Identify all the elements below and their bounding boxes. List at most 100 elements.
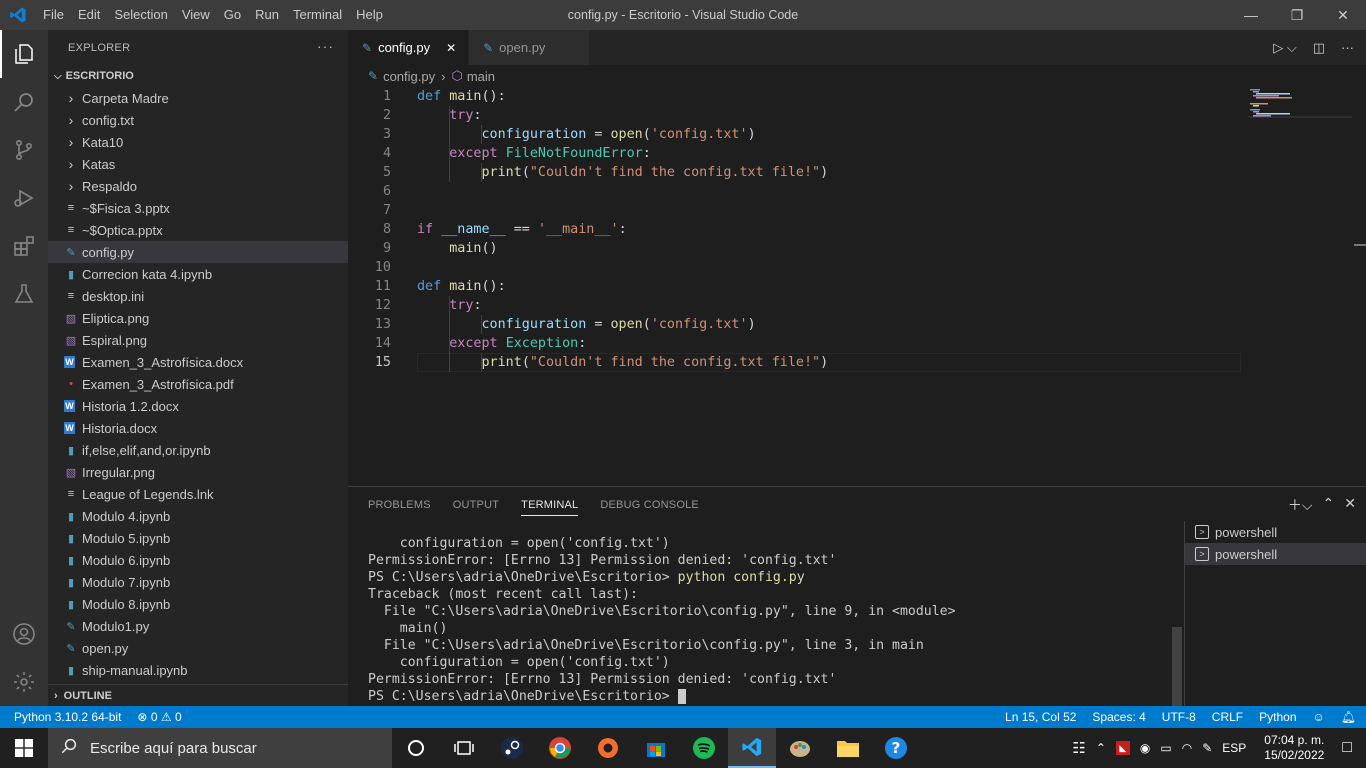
pen-icon[interactable]: ✎ xyxy=(1202,741,1212,755)
settings-gear-icon[interactable] xyxy=(0,658,48,706)
paint-icon[interactable] xyxy=(776,728,824,768)
file-tree-item[interactable]: ≡ ~$Fisica 3.pptx xyxy=(48,197,348,219)
menu-item-terminal[interactable]: Terminal xyxy=(286,0,349,30)
vscode-logo-icon[interactable] xyxy=(0,0,36,30)
terminal-scrollbar[interactable] xyxy=(1172,627,1182,707)
file-tree-item[interactable]: ▮ Modulo 8.ipynb xyxy=(48,593,348,615)
menu-item-file[interactable]: File xyxy=(36,0,71,30)
menu-item-view[interactable]: View xyxy=(175,0,217,30)
testing-flask-icon[interactable] xyxy=(0,270,48,318)
menu-item-selection[interactable]: Selection xyxy=(107,0,174,30)
more-actions-icon[interactable]: ··· xyxy=(317,38,334,54)
file-tree-item[interactable]: › Katas xyxy=(48,153,348,175)
file-tree-item[interactable]: ▮ Modulo 4.ipynb xyxy=(48,505,348,527)
microsoft-store-icon[interactable] xyxy=(632,728,680,768)
breadcrumb-file[interactable]: config.py xyxy=(383,69,435,84)
file-tree-item[interactable]: W Historia.docx xyxy=(48,417,348,439)
run-python-file-icon[interactable]: ▷ ⌵ xyxy=(1273,40,1296,56)
encoding[interactable]: UTF-8 xyxy=(1162,710,1196,724)
chrome-icon[interactable] xyxy=(536,728,584,768)
file-tree-item[interactable]: ▧ Espiral.png xyxy=(48,329,348,351)
vscode-taskbar-icon[interactable] xyxy=(728,728,776,768)
file-tree-item[interactable]: › Respaldo xyxy=(48,175,348,197)
amd-icon[interactable]: ◣ xyxy=(1115,741,1130,755)
menu-item-help[interactable]: Help xyxy=(349,0,390,30)
tab-open-py[interactable]: ✎ open.py xyxy=(469,30,591,65)
menu-item-edit[interactable]: Edit xyxy=(71,0,107,30)
file-tree-item[interactable]: ▧ Irregular.png xyxy=(48,461,348,483)
close-window-button[interactable]: ✕ xyxy=(1320,0,1366,30)
feedback-icon[interactable]: ☺ xyxy=(1313,710,1325,724)
file-tree-item[interactable]: ▮ Correcion kata 4.ipynb xyxy=(48,263,348,285)
taskbar-search[interactable]: Escribe aquí para buscar xyxy=(48,728,392,768)
file-tree-item[interactable]: ≡ desktop.ini xyxy=(48,285,348,307)
file-tree-item[interactable]: ▮ if,else,elif,and,or.ipynb xyxy=(48,439,348,461)
run-debug-icon[interactable] xyxy=(0,174,48,222)
camera-icon[interactable]: ◉ xyxy=(1140,741,1150,755)
file-tree-item[interactable]: • Examen_3_Astrofísica.pdf xyxy=(48,373,348,395)
split-editor-icon[interactable]: ◫ xyxy=(1313,40,1325,56)
file-tree-item[interactable]: ▮ Modulo 6.ipynb xyxy=(48,549,348,571)
terminal-instance[interactable]: > powershell xyxy=(1185,543,1366,565)
new-terminal-icon[interactable]: ＋⌵ xyxy=(1288,495,1313,515)
steam-icon[interactable] xyxy=(488,728,536,768)
tab-config-py[interactable]: ✎ config.py ✕ xyxy=(348,30,470,65)
minimize-button[interactable]: — xyxy=(1228,0,1274,30)
file-tree-item[interactable]: › Carpeta Madre xyxy=(48,87,348,109)
workspace-folder[interactable]: ⌵ ESCRITORIO xyxy=(48,65,348,87)
menu-item-run[interactable]: Run xyxy=(248,0,286,30)
close-panel-icon[interactable]: ✕ xyxy=(1344,495,1356,515)
close-tab-icon[interactable]: ✕ xyxy=(444,41,458,55)
file-explorer-icon[interactable] xyxy=(824,728,872,768)
account-icon[interactable] xyxy=(0,610,48,658)
file-tree-item[interactable]: ▮ Modulo 7.ipynb xyxy=(48,571,348,593)
terminal-output[interactable]: configuration = open('config.txt') Permis… xyxy=(368,535,1168,705)
end-of-line[interactable]: CRLF xyxy=(1212,710,1243,724)
cursor-position[interactable]: Ln 15, Col 52 xyxy=(1005,710,1076,724)
search-icon[interactable] xyxy=(0,78,48,126)
cortana-icon[interactable] xyxy=(392,728,440,768)
clock[interactable]: 07:04 p. m. 15/02/2022 xyxy=(1264,733,1324,763)
problems-indicator[interactable]: ⊗ 0 ⚠ 0 xyxy=(137,710,181,724)
restore-button[interactable]: ❐ xyxy=(1274,0,1320,30)
notifications-bell-icon[interactable]: 🔔︎ xyxy=(1341,710,1356,724)
maximize-panel-icon[interactable]: ⌃ xyxy=(1323,495,1335,515)
minimap[interactable] xyxy=(1248,87,1352,147)
indentation[interactable]: Spaces: 4 xyxy=(1092,710,1145,724)
code-editor[interactable]: 1 def main(): 2 try: 3 configuration = open… xyxy=(348,87,1248,485)
panel-tab-output[interactable]: OUTPUT xyxy=(453,499,499,511)
file-tree-item[interactable]: W Historia 1.2.docx xyxy=(48,395,348,417)
extensions-icon[interactable] xyxy=(0,222,48,270)
wifi-icon[interactable]: ◠ xyxy=(1182,741,1192,755)
file-tree-item[interactable]: ▧ Eliptica.png xyxy=(48,307,348,329)
menu-item-go[interactable]: Go xyxy=(217,0,248,30)
file-tree-item[interactable]: ✎ config.py xyxy=(48,241,348,263)
source-control-icon[interactable] xyxy=(0,126,48,174)
news-widget-icon[interactable]: ☷ xyxy=(1072,739,1085,757)
file-tree-item[interactable]: ≡ ~$Optica.pptx xyxy=(48,219,348,241)
panel-tab-terminal[interactable]: TERMINAL xyxy=(521,494,579,516)
windows-start-icon[interactable] xyxy=(0,728,48,768)
file-tree-item[interactable]: › config.txt xyxy=(48,109,348,131)
notification-center-icon[interactable]: □ xyxy=(1342,739,1352,757)
file-tree-item[interactable]: ✎ Modulo1.py xyxy=(48,615,348,637)
outline-section[interactable]: › OUTLINE xyxy=(48,684,348,706)
battery-icon[interactable]: ▭ xyxy=(1160,741,1171,755)
file-tree-item[interactable]: W Examen_3_Astrofísica.docx xyxy=(48,351,348,373)
file-tree-item[interactable]: › Kata10 xyxy=(48,131,348,153)
show-hidden-icons-icon[interactable]: ⌃ xyxy=(1096,741,1106,755)
more-actions-icon[interactable]: ··· xyxy=(1341,40,1354,55)
help-icon[interactable]: ? xyxy=(872,728,920,768)
file-tree-item[interactable]: ✎ open.py xyxy=(48,637,348,659)
editor-scrollbar[interactable] xyxy=(1352,87,1366,485)
explorer-icon[interactable] xyxy=(0,30,48,78)
breadcrumb-symbol[interactable]: main xyxy=(467,69,495,84)
spotify-icon[interactable] xyxy=(680,728,728,768)
language-mode[interactable]: Python xyxy=(1259,710,1296,724)
file-tree-item[interactable]: ▮ Modulo 5.ipynb xyxy=(48,527,348,549)
origin-icon[interactable] xyxy=(584,728,632,768)
terminal-instance[interactable]: > powershell xyxy=(1185,521,1366,543)
panel-tab-debug-console[interactable]: DEBUG CONSOLE xyxy=(600,499,699,511)
panel-tab-problems[interactable]: PROBLEMS xyxy=(368,499,431,511)
language-indicator[interactable]: ESP xyxy=(1222,741,1246,755)
